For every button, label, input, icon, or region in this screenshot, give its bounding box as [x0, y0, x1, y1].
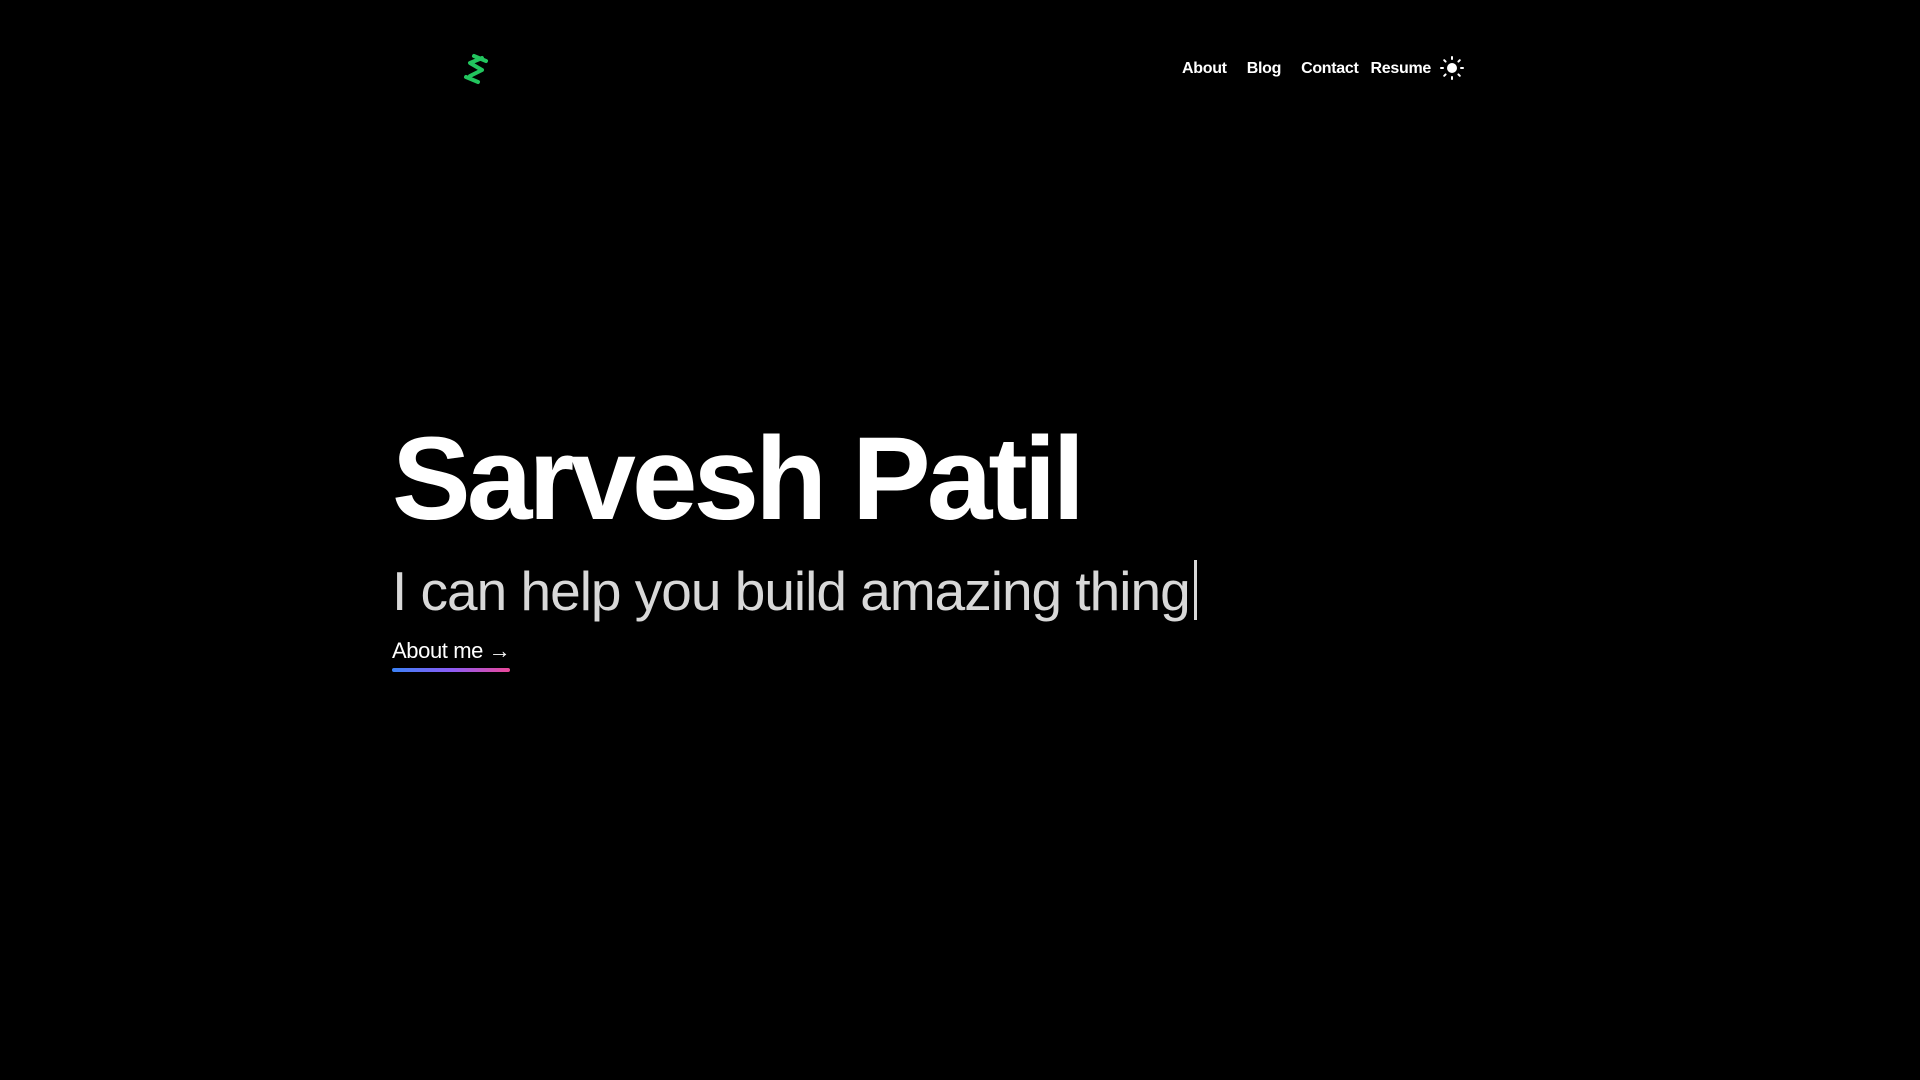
page: About Blog Contact Resume Sarvesh Patil …: [0, 0, 1920, 1080]
hero-section: Sarvesh Patil I can help you build amazi…: [392, 413, 1592, 672]
nav-about-link[interactable]: About: [1182, 60, 1227, 78]
hero-name-heading: Sarvesh Patil: [392, 413, 1085, 545]
hero-tagline: I can help you build amazing thing: [392, 560, 1592, 620]
about-me-link[interactable]: About me →: [392, 638, 511, 672]
nav-resume-link[interactable]: Resume: [1371, 60, 1432, 78]
s-logo-icon[interactable]: [460, 52, 492, 86]
typed-tagline-text: I can help you build amazing thing: [392, 560, 1191, 622]
sun-icon[interactable]: [1440, 56, 1464, 80]
nav-blog-link[interactable]: Blog: [1247, 60, 1282, 78]
about-me-label: About me →: [392, 638, 511, 663]
typing-cursor: [1193, 560, 1197, 620]
main-nav: About Blog Contact Resume: [1182, 58, 1431, 80]
site-header: About Blog Contact Resume: [0, 44, 1920, 92]
nav-contact-link[interactable]: Contact: [1301, 60, 1359, 78]
gradient-underline: [392, 668, 511, 672]
